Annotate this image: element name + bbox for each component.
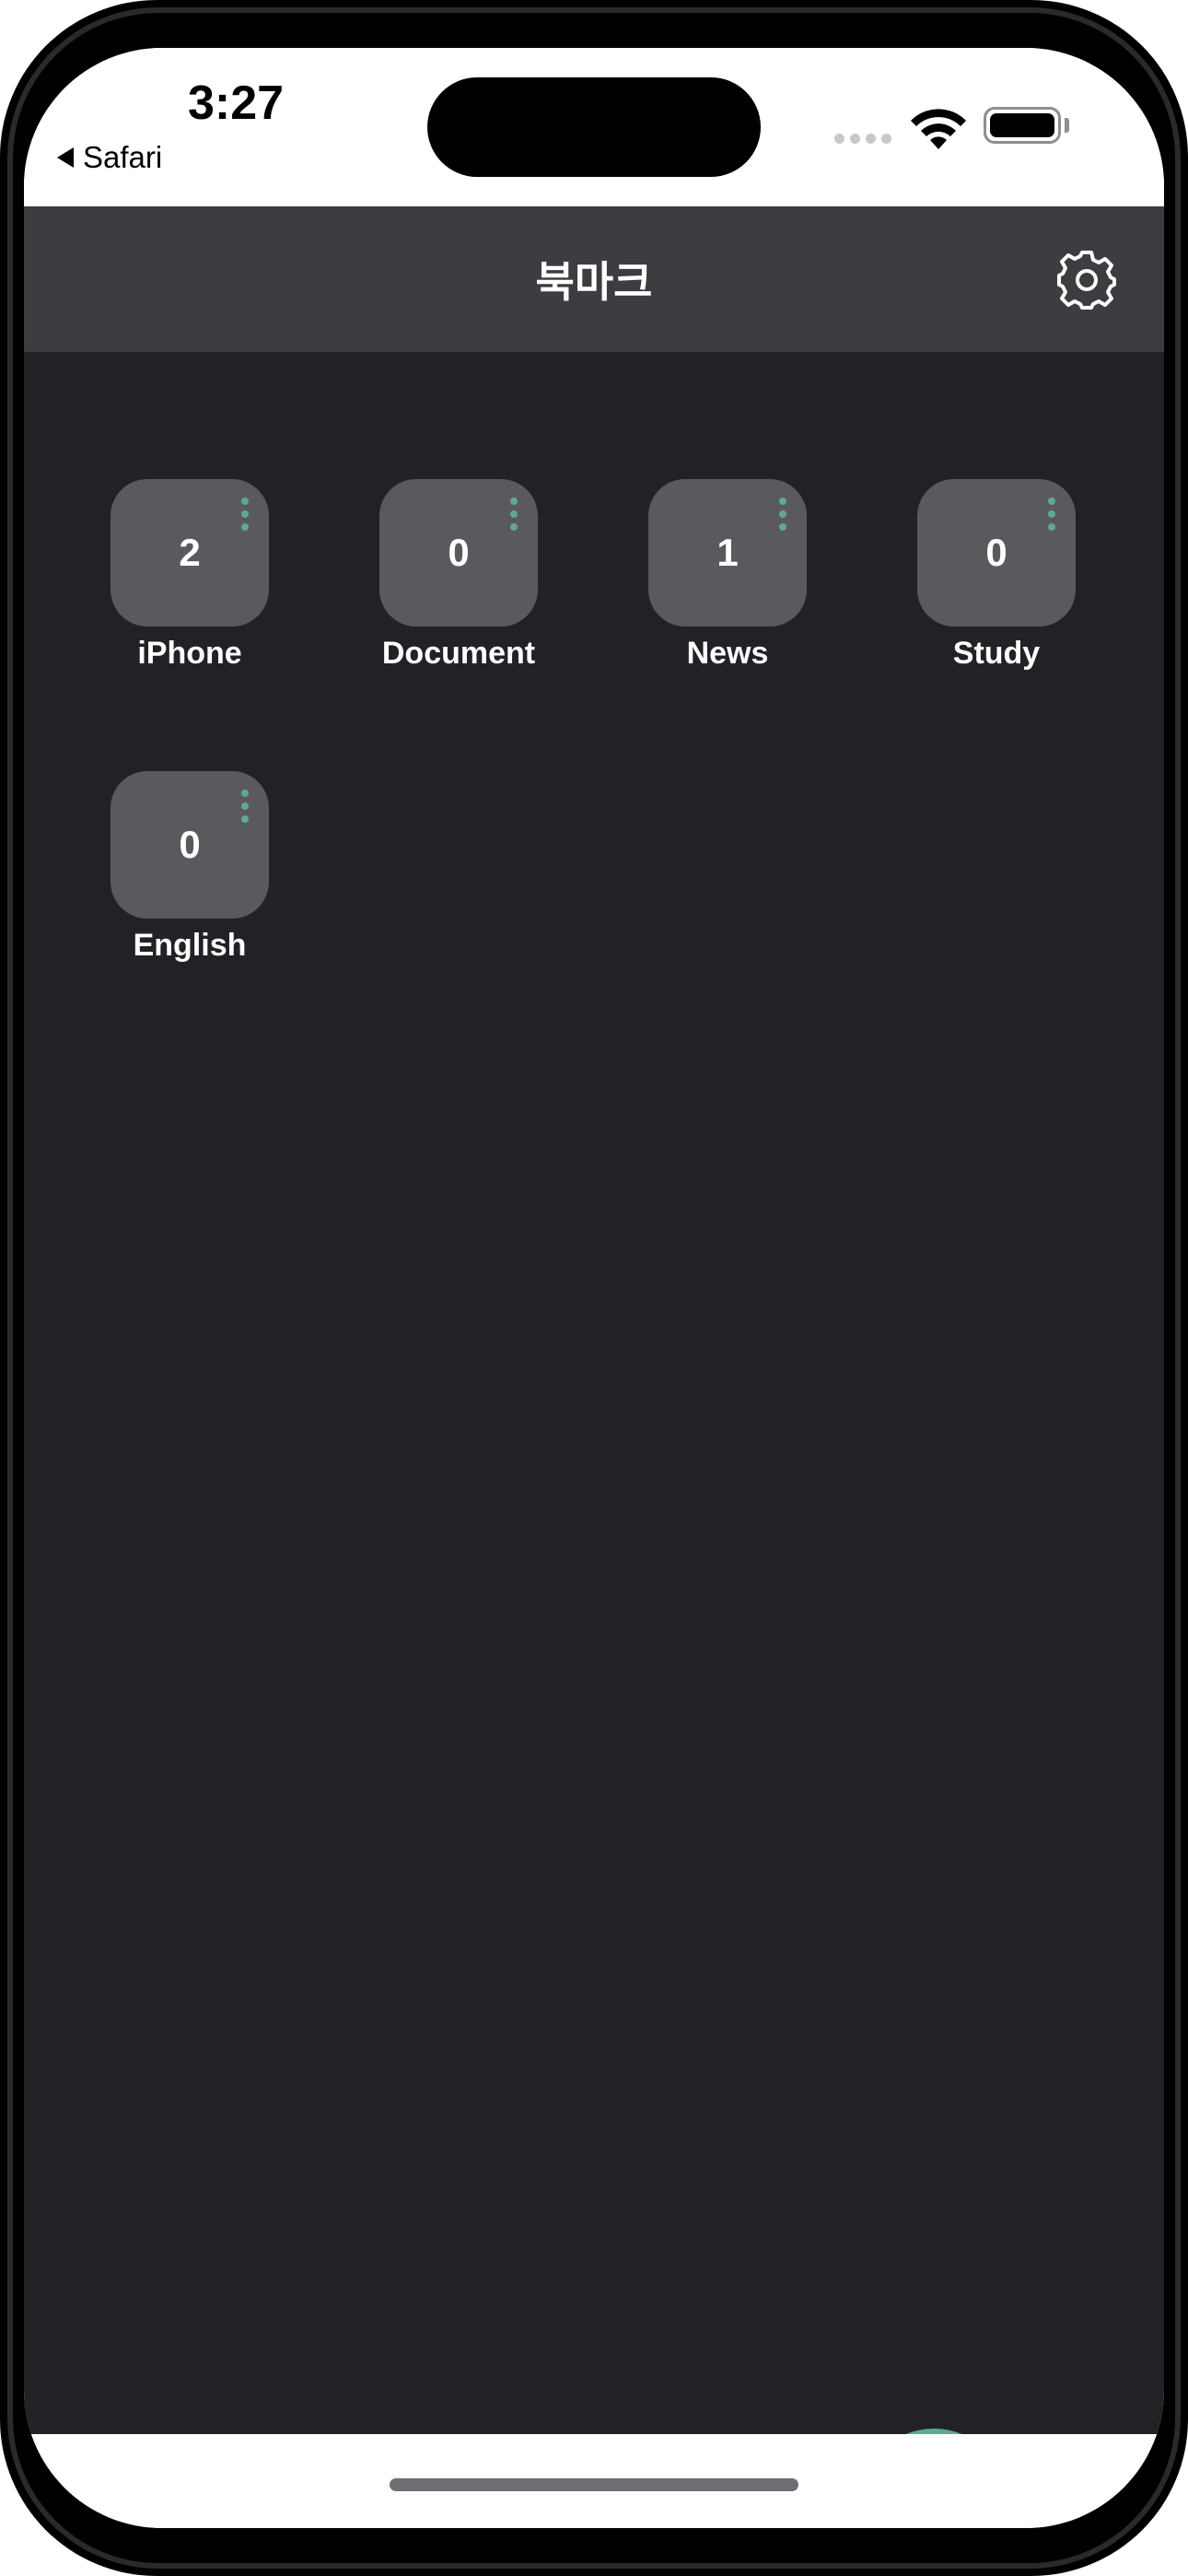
folder-tile[interactable]: 1 bbox=[648, 479, 807, 626]
folder-name: Document bbox=[381, 636, 536, 671]
folder-name: English bbox=[133, 928, 247, 963]
gear-icon[interactable] bbox=[1055, 249, 1118, 311]
home-area bbox=[24, 2434, 1164, 2528]
back-app-label: Safari bbox=[83, 140, 163, 174]
screen: 3:27 Safari 북마크 2 iPhone 0 Document 1 Ne… bbox=[24, 48, 1164, 2528]
more-options-icon[interactable] bbox=[1048, 498, 1055, 531]
battery-cap bbox=[1065, 118, 1069, 133]
folder-grid: 2 iPhone 0 Document 1 News 0 Study 0 Eng… bbox=[24, 352, 1164, 2528]
folder-item-news[interactable]: 1 News bbox=[626, 479, 829, 673]
folder-tile[interactable]: 0 bbox=[379, 479, 538, 626]
folder-name: News bbox=[686, 636, 769, 671]
nav-bar: 북마크 bbox=[24, 206, 1164, 352]
wifi-icon bbox=[911, 109, 966, 149]
folder-item-document[interactable]: 0 Document bbox=[357, 479, 560, 673]
bookmark-count: 0 bbox=[985, 531, 1007, 574]
folder-tile[interactable]: 0 bbox=[111, 771, 269, 919]
page-title: 북마크 bbox=[535, 257, 653, 307]
folder-item-english[interactable]: 0 English bbox=[88, 771, 291, 965]
bookmark-count: 0 bbox=[179, 823, 201, 866]
more-options-icon[interactable] bbox=[241, 498, 249, 531]
bookmark-count: 1 bbox=[716, 531, 739, 574]
phone-frame: 3:27 Safari 북마크 2 iPhone 0 Document 1 Ne… bbox=[0, 0, 1188, 2576]
more-options-icon[interactable] bbox=[241, 790, 249, 823]
back-triangle-icon bbox=[57, 147, 74, 168]
more-options-icon[interactable] bbox=[510, 498, 518, 531]
folder-name: Study bbox=[952, 636, 1041, 671]
more-options-icon[interactable] bbox=[779, 498, 786, 531]
battery-icon bbox=[984, 107, 1061, 144]
folder-item-study[interactable]: 0 Study bbox=[895, 479, 1098, 673]
back-to-app-button[interactable]: Safari bbox=[57, 140, 162, 175]
dynamic-island bbox=[427, 77, 761, 177]
folder-item-iphone[interactable]: 2 iPhone bbox=[88, 479, 291, 673]
bookmark-count: 0 bbox=[448, 531, 470, 574]
signal-icon bbox=[834, 134, 891, 144]
status-time: 3:27 bbox=[188, 76, 285, 130]
bookmark-count: 2 bbox=[179, 531, 201, 574]
folder-tile[interactable]: 2 bbox=[111, 479, 269, 626]
status-bar: 3:27 Safari bbox=[24, 48, 1164, 206]
home-indicator[interactable] bbox=[390, 2478, 798, 2491]
folder-tile[interactable]: 0 bbox=[917, 479, 1076, 626]
folder-name: iPhone bbox=[137, 636, 242, 671]
